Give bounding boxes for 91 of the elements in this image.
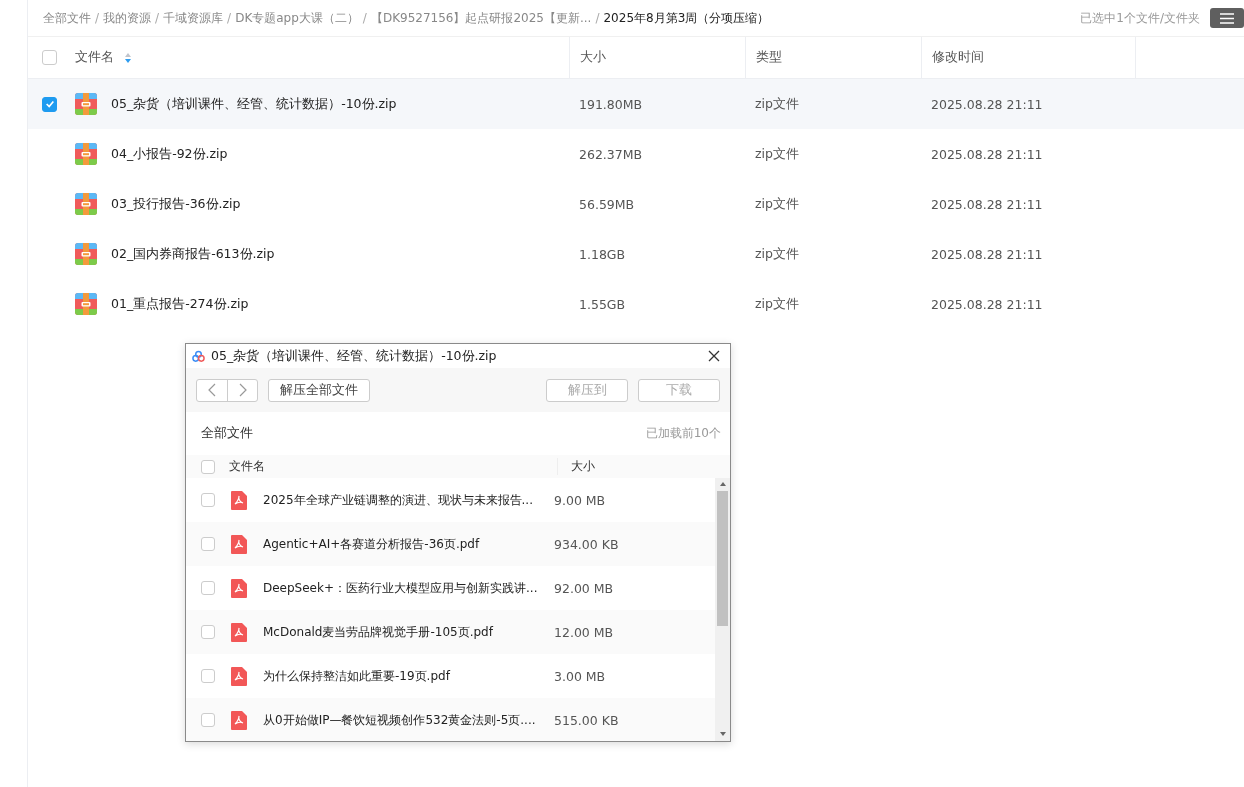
modified-time: 2025.08.28 21:11 xyxy=(931,146,1043,162)
chevron-left-icon xyxy=(208,383,216,397)
loaded-note: 已加载前10个 xyxy=(645,425,721,442)
archive-icon xyxy=(75,193,97,215)
archive-icon xyxy=(75,243,97,265)
file-size: 1.18GB xyxy=(579,246,626,262)
file-name[interactable]: 03_投行报告-36份.zip xyxy=(111,195,241,213)
pdf-file-icon xyxy=(231,666,247,686)
extract-all-button[interactable]: 解压全部文件 xyxy=(268,378,370,402)
column-header[interactable]: 修改时间 xyxy=(932,49,984,66)
file-checkbox[interactable] xyxy=(201,581,215,595)
pdf-file-icon xyxy=(231,534,247,554)
column-header[interactable]: 大小 xyxy=(580,49,606,66)
file-checkbox[interactable] xyxy=(201,713,215,727)
file-name[interactable]: DeepSeek+：医药行业大模型应用与创新实践讲... xyxy=(263,579,554,597)
breadcrumb-link[interactable]: 【DK9527156】起点研报2025【更新... xyxy=(370,9,592,27)
breadcrumb-separator: / xyxy=(362,11,367,25)
file-size: 1.55GB xyxy=(579,296,626,312)
breadcrumb-link[interactable]: 千域资源库 xyxy=(163,9,224,27)
file-checkbox[interactable] xyxy=(201,537,215,551)
pdf-file-icon xyxy=(231,622,247,642)
breadcrumb-separator: / xyxy=(155,11,160,25)
file-size: 92.00 MB xyxy=(554,580,614,596)
file-checkbox[interactable] xyxy=(201,493,215,507)
file-type: zip文件 xyxy=(755,245,799,261)
sort-icon[interactable] xyxy=(124,51,132,64)
file-checkbox[interactable] xyxy=(201,625,215,639)
cloud-logo-icon xyxy=(192,349,205,363)
scrollbar[interactable] xyxy=(715,478,730,741)
file-type: zip文件 xyxy=(755,95,799,111)
file-size: 12.00 MB xyxy=(554,624,614,640)
chevron-right-icon xyxy=(238,383,247,397)
modified-time: 2025.08.28 21:11 xyxy=(931,196,1043,212)
file-name[interactable]: 02_国内券商报告-613份.zip xyxy=(111,245,275,263)
row-checkbox[interactable] xyxy=(42,96,57,112)
file-checkbox[interactable] xyxy=(201,669,215,683)
breadcrumb-separator: / xyxy=(595,11,600,25)
file-size: 262.37MB xyxy=(579,146,643,162)
file-name[interactable]: 05_杂货（培训课件、经管、统计数据）-10份.zip xyxy=(111,95,397,113)
selection-status: 已选中1个文件/文件夹 xyxy=(1080,9,1200,27)
close-icon xyxy=(708,350,720,362)
column-header[interactable]: 文件名 xyxy=(229,458,558,475)
scroll-down-icon[interactable] xyxy=(718,731,727,737)
file-row[interactable]: 02_国内券商报告-613份.zip 1.18GB zip文件 2025.08.28 21:11 xyxy=(28,229,1244,279)
file-name[interactable]: 为什么保持整洁如此重要-19页.pdf xyxy=(263,667,554,685)
file-size: 191.80MB xyxy=(579,96,643,112)
select-all-checkbox[interactable] xyxy=(42,50,57,65)
window-title: 05_杂货（培训课件、经管、统计数据）-10份.zip xyxy=(211,347,498,365)
archive-icon xyxy=(75,93,97,115)
file-type: zip文件 xyxy=(755,295,799,311)
file-size: 934.00 KB xyxy=(554,536,619,552)
menu-button[interactable] xyxy=(1210,8,1244,28)
column-header[interactable]: 文件名 xyxy=(75,49,114,66)
archive-icon xyxy=(75,293,97,315)
file-name[interactable]: 04_小报告-92份.zip xyxy=(111,145,228,163)
file-size: 3.00 MB xyxy=(554,668,606,684)
breadcrumb-link[interactable]: 2025年8月第3周（分项压缩） xyxy=(603,9,770,27)
menu-icon xyxy=(1220,12,1234,24)
archive-icon xyxy=(75,143,97,165)
breadcrumb-separator: / xyxy=(227,11,232,25)
breadcrumb-link[interactable]: 全部文件 xyxy=(43,9,91,27)
select-all-checkbox[interactable] xyxy=(201,459,215,474)
modified-time: 2025.08.28 21:11 xyxy=(931,96,1043,112)
file-row[interactable]: 03_投行报告-36份.zip 56.59MB zip文件 2025.08.28 21:11 xyxy=(28,179,1244,229)
file-type: zip文件 xyxy=(755,145,799,161)
file-name[interactable]: 从0开始做IP—餐饮短视频创作532黄金法则-5页.... xyxy=(263,711,554,729)
scrollbar-thumb[interactable] xyxy=(717,491,728,626)
file-name[interactable]: McDonald麦当劳品牌视觉手册-105页.pdf xyxy=(263,623,554,641)
file-size: 56.59MB xyxy=(579,196,635,212)
file-size: 9.00 MB xyxy=(554,492,606,508)
breadcrumb-separator: / xyxy=(95,11,100,25)
file-row[interactable]: 04_小报告-92份.zip 262.37MB zip文件 2025.08.28 21:11 xyxy=(28,129,1244,179)
current-folder: 全部文件 xyxy=(201,425,253,442)
checkmark-icon xyxy=(44,99,55,109)
file-type: zip文件 xyxy=(755,195,799,211)
modified-time: 2025.08.28 21:11 xyxy=(931,296,1043,312)
scroll-up-icon[interactable] xyxy=(718,481,727,487)
breadcrumb-link[interactable]: 我的资源 xyxy=(103,9,152,27)
file-row[interactable]: 05_杂货（培训课件、经管、统计数据）-10份.zip 191.80MB zip文件 2025.08.28 21:11 xyxy=(28,79,1244,129)
column-header[interactable]: 类型 xyxy=(756,49,782,66)
pdf-file-icon xyxy=(231,578,247,598)
file-name[interactable]: 2025年全球产业链调整的演进、现状与未来报告... xyxy=(263,491,554,509)
modified-time: 2025.08.28 21:11 xyxy=(931,246,1043,262)
file-size: 515.00 KB xyxy=(554,712,619,728)
file-name[interactable]: 01_重点报告-274份.zip xyxy=(111,295,249,313)
file-name[interactable]: Agentic+AI+各赛道分析报告-36页.pdf xyxy=(263,535,554,553)
breadcrumb-link[interactable]: DK专题app大课（二） xyxy=(235,9,359,27)
pdf-file-icon xyxy=(231,490,247,510)
column-header[interactable]: 大小 xyxy=(571,458,595,475)
file-row[interactable]: 01_重点报告-274份.zip 1.55GB zip文件 2025.08.28 21:11 xyxy=(28,279,1244,329)
pdf-file-icon xyxy=(231,710,247,730)
